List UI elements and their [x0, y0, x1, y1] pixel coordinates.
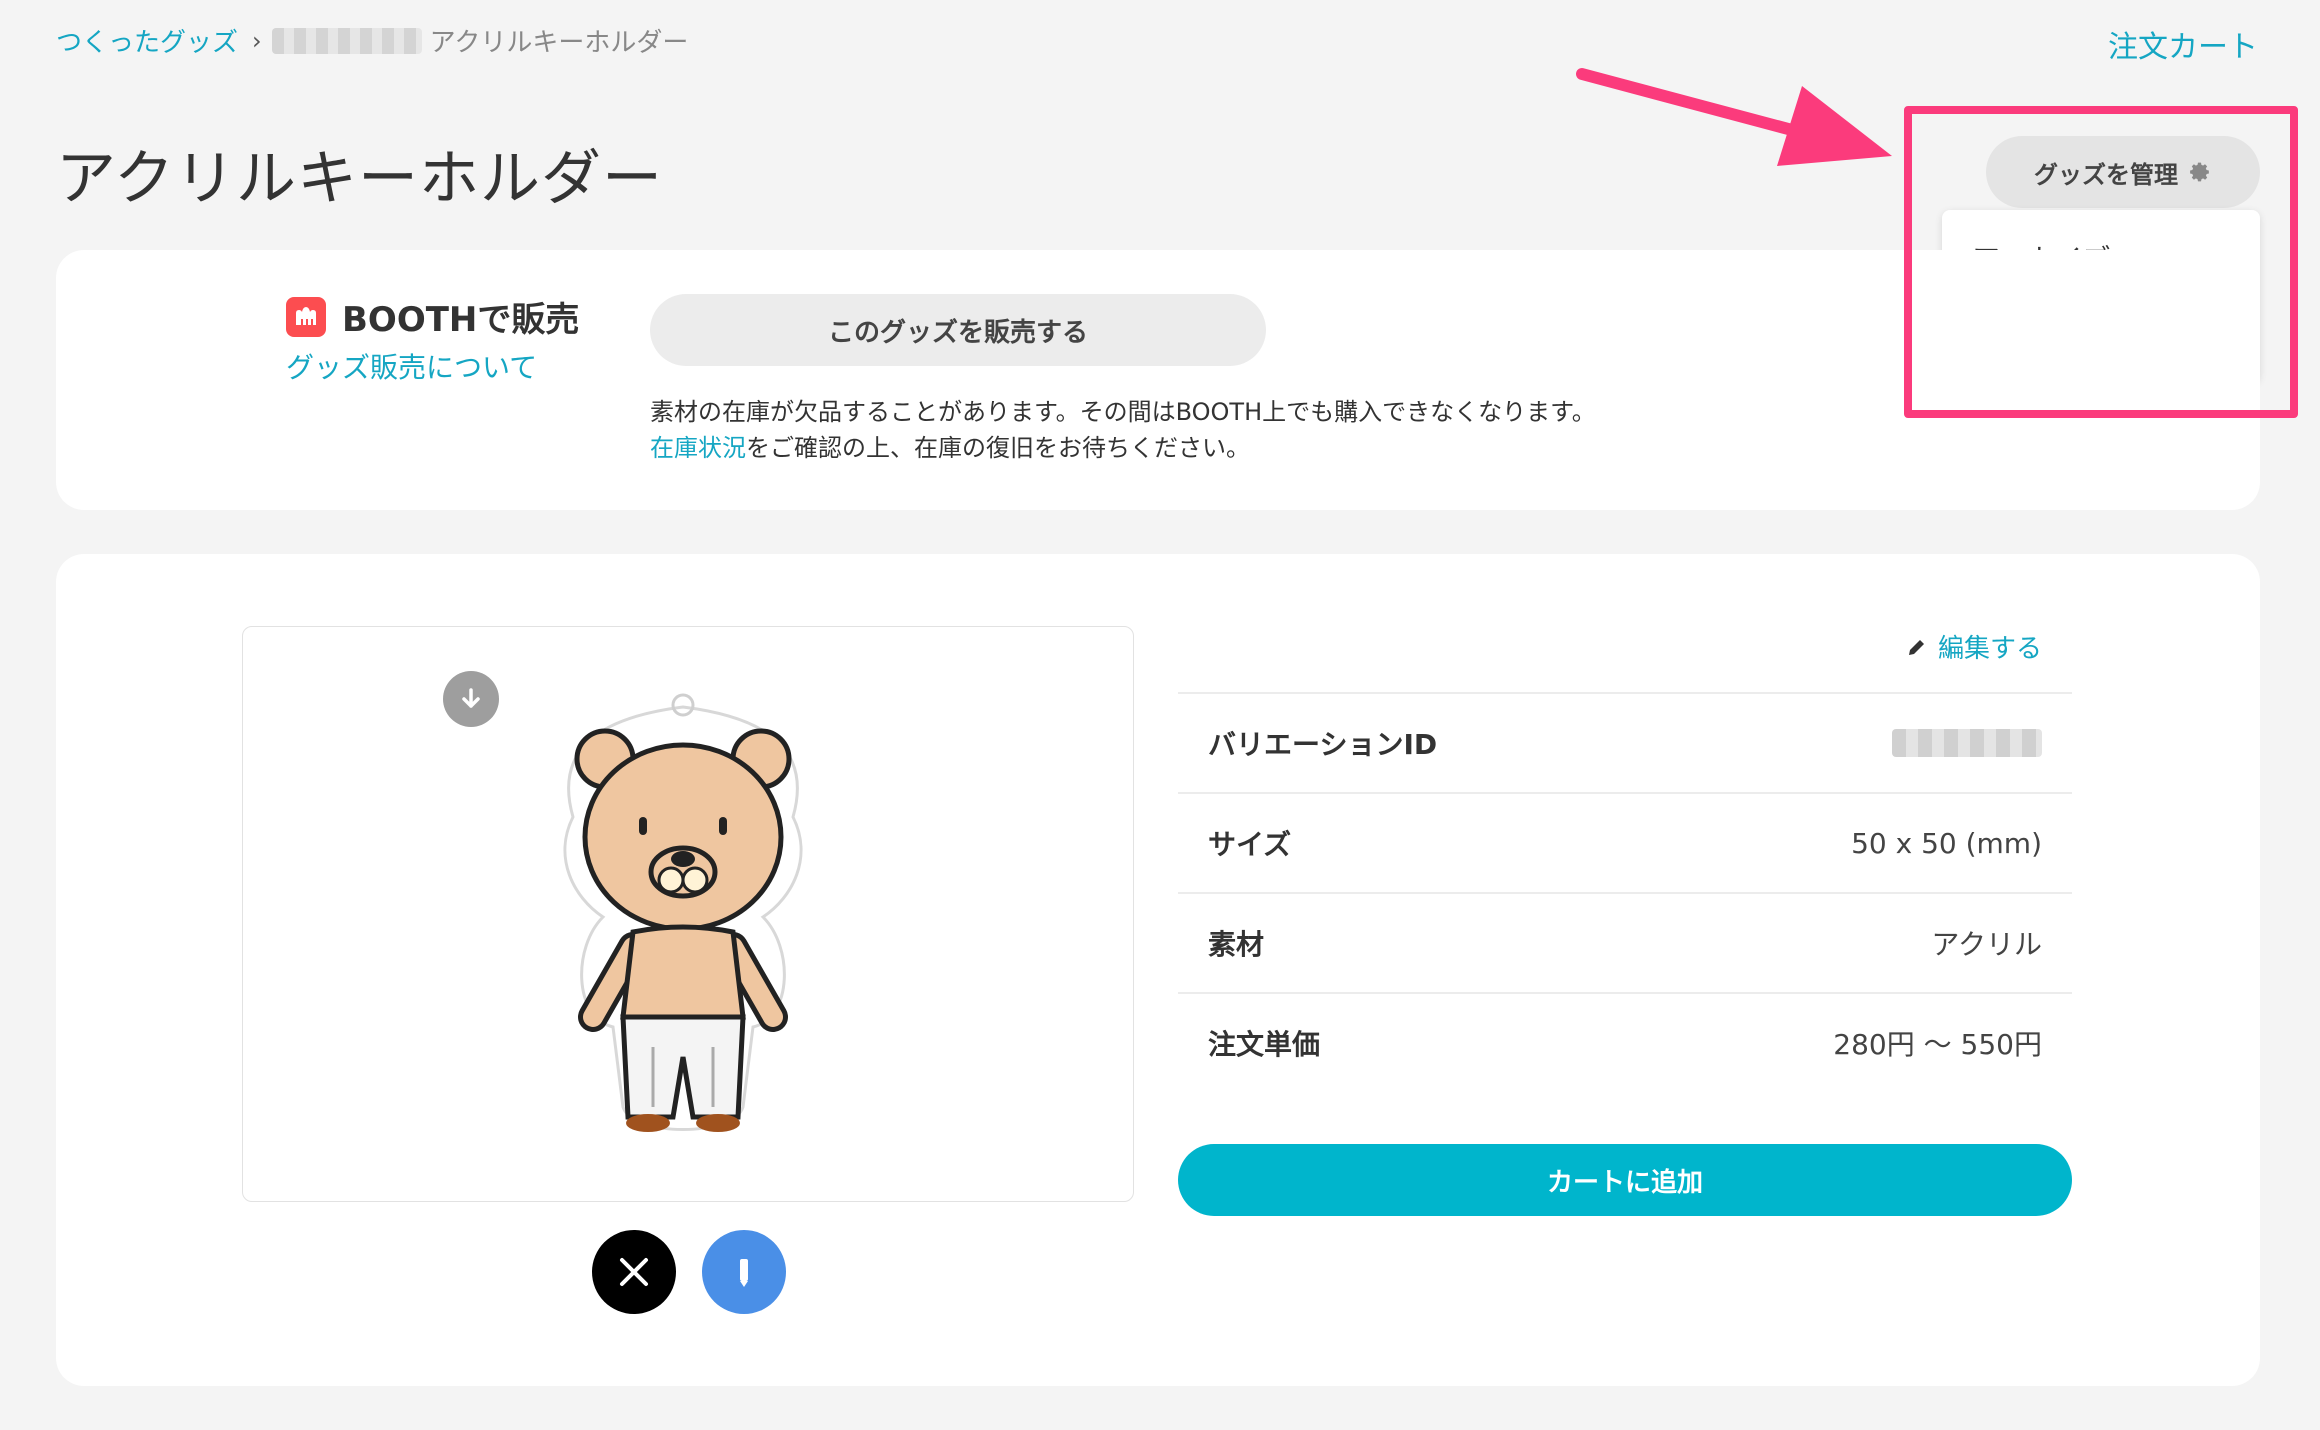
breadcrumb-separator: › — [252, 26, 262, 55]
download-button[interactable] — [443, 671, 499, 727]
annotation-arrow-icon — [1576, 68, 1892, 166]
spec-value: アクリル — [1931, 928, 2042, 961]
edit-share-button[interactable] — [702, 1230, 786, 1314]
breadcrumb: つくったグッズ › アクリルキーホルダー — [56, 22, 688, 59]
stock-note: 素材の在庫が欠品することがあります。その間はBOOTH上でも購入できなくなります… — [650, 394, 1596, 466]
goods-sales-about-link[interactable]: グッズ販売について — [286, 346, 537, 386]
x-logo-icon — [620, 1258, 648, 1286]
spec-table: バリエーションID サイズ 50 x 50 (mm) 素材 アクリル 注文単価 … — [1178, 692, 2072, 1092]
edit-link[interactable]: 編集する — [1906, 628, 2042, 665]
spec-value: 280円 〜 550円 — [1833, 1028, 2042, 1061]
spec-label: 注文単価 — [1208, 1028, 1321, 1061]
spec-row-unit-price: 注文単価 280円 〜 550円 — [1178, 992, 2072, 1092]
pencil-icon — [740, 1259, 748, 1287]
spec-value-redacted — [1892, 729, 2042, 757]
breadcrumb-parent-link[interactable]: つくったグッズ — [56, 22, 238, 59]
edit-link-label: 編集する — [1938, 634, 2043, 664]
spec-row-variation-id: バリエーションID — [1178, 692, 2072, 792]
spec-row-material: 素材 アクリル — [1178, 892, 2072, 992]
spec-row-size: サイズ 50 x 50 (mm) — [1178, 792, 2072, 892]
order-cart-link[interactable]: 注文カート — [2108, 22, 2258, 66]
breadcrumb-current: アクリルキーホルダー — [429, 28, 689, 58]
booth-title: BOOTHで販売 — [342, 300, 580, 340]
spec-label: 素材 — [1208, 928, 1265, 961]
stock-note-line1: 素材の在庫が欠品することがあります。その間はBOOTH上でも購入できなくなります… — [650, 398, 1596, 426]
stock-note-line2-text: をご確認の上、在庫の復旧をお待ちください。 — [746, 434, 1250, 462]
booth-heading: BOOTHで販売 — [286, 292, 579, 341]
pencil-icon — [1909, 639, 1924, 655]
stock-note-line2: 在庫状況をご確認の上、在庫の復旧をお待ちください。 — [650, 430, 1596, 466]
product-image-frame — [242, 626, 1134, 1202]
page-title: アクリルキーホルダー — [56, 144, 663, 214]
spec-label: サイズ — [1208, 828, 1292, 861]
breadcrumb-redacted-item — [271, 27, 422, 54]
annotation-highlight-box — [1904, 106, 2298, 418]
product-image — [563, 693, 803, 1132]
spec-value: 50 x 50 (mm) — [1851, 826, 2042, 860]
download-icon — [462, 688, 480, 708]
share-x-button[interactable] — [592, 1230, 676, 1314]
sell-goods-button[interactable]: このグッズを販売する — [650, 294, 1266, 366]
booth-logo-icon — [286, 296, 326, 337]
spec-label: バリエーションID — [1208, 728, 1438, 761]
product-card: 編集する バリエーションID サイズ 50 x 50 (mm) 素材 アクリル … — [56, 554, 2260, 1386]
stock-status-link[interactable]: 在庫状況 — [650, 434, 746, 462]
add-to-cart-button[interactable]: カートに追加 — [1178, 1144, 2072, 1216]
